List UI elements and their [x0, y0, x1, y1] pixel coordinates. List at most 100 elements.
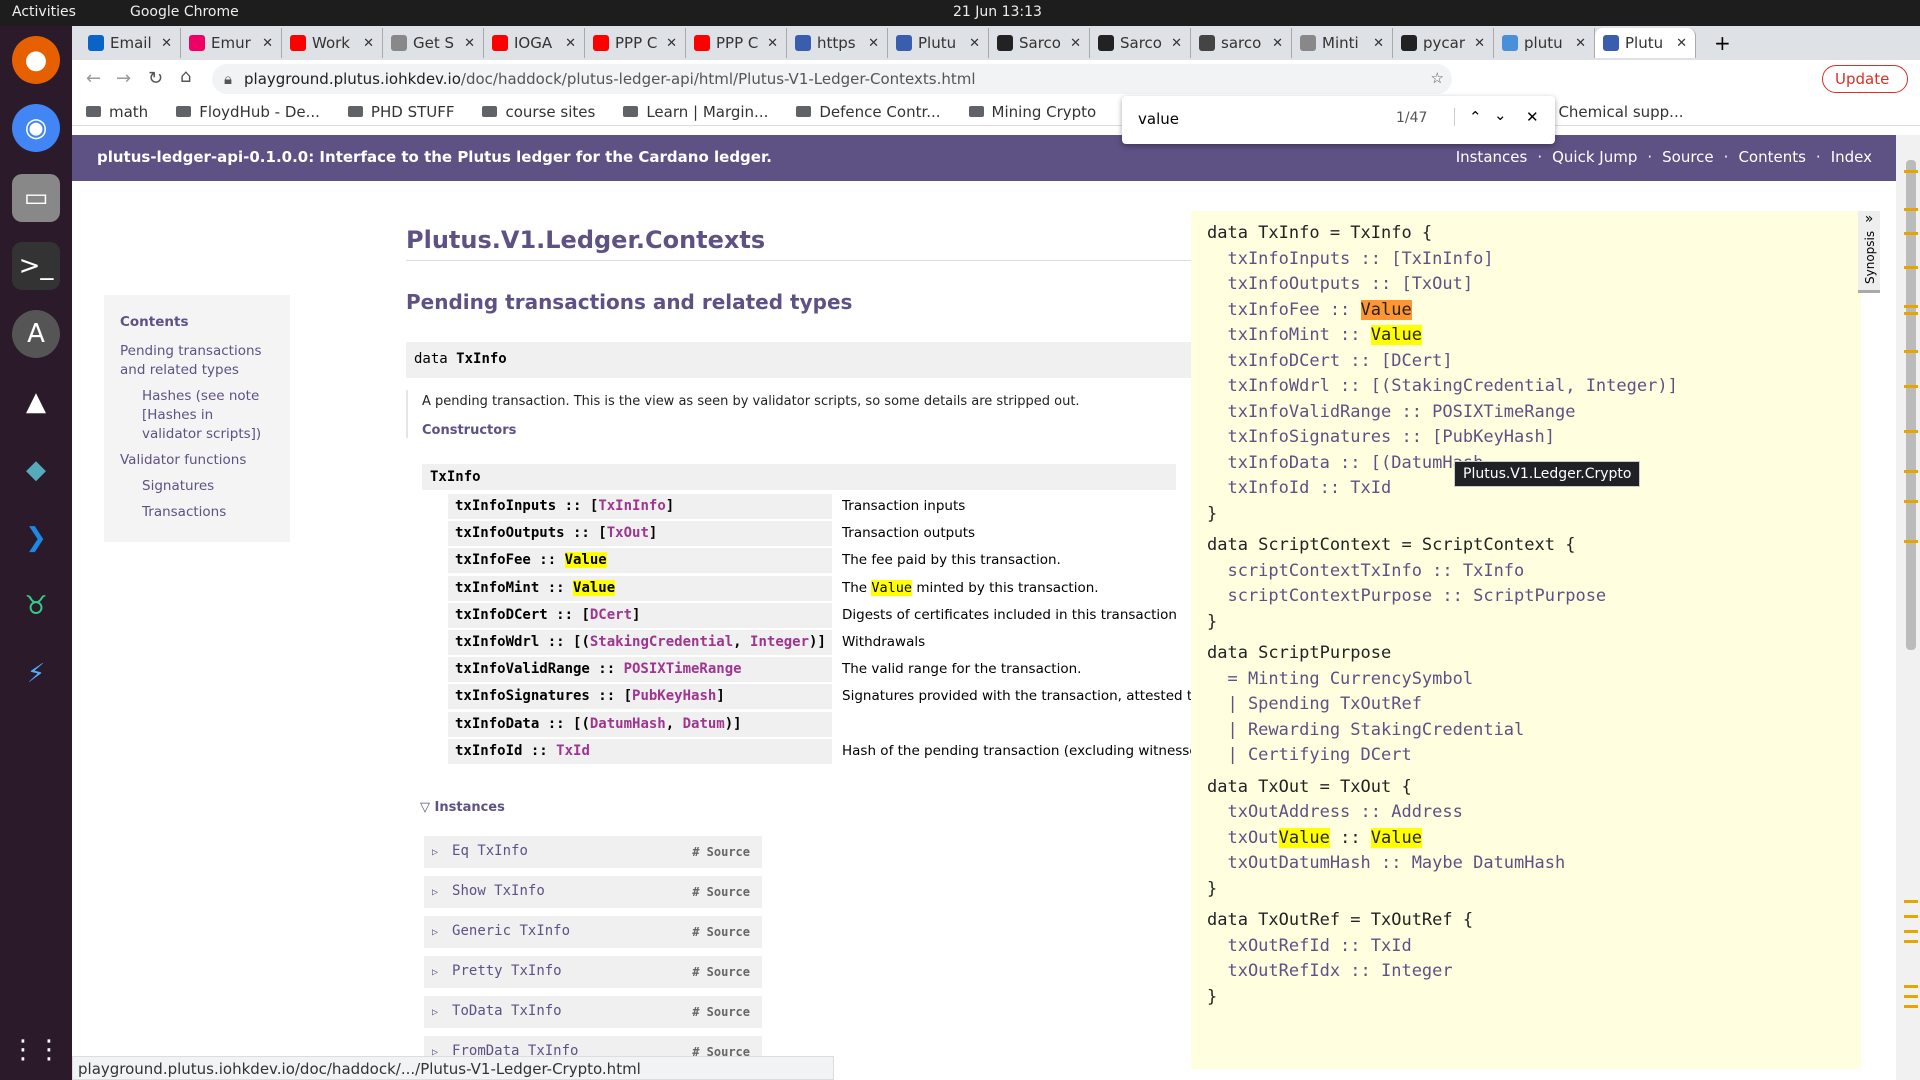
find-input[interactable]: value	[1138, 110, 1179, 128]
home-icon[interactable]: ⌂	[180, 66, 191, 87]
synopsis-line[interactable]: scriptContextPurpose :: ScriptPurpose	[1207, 584, 1845, 610]
synopsis-line[interactable]: txOutRefIdx :: Integer	[1207, 959, 1845, 985]
header-link[interactable]: Source	[1662, 148, 1714, 166]
address-bar[interactable]: 🔒︎ playground.plutus.iohkdev.io/doc/hadd…	[212, 64, 1452, 94]
type-link[interactable]: Datum	[683, 716, 725, 732]
activities-button[interactable]: Activities	[12, 4, 76, 20]
find-close-icon[interactable]: ✕	[1526, 108, 1539, 126]
bookmark[interactable]: Defence Contr...	[796, 103, 940, 121]
bookmark[interactable]: FloydHub - De...	[176, 103, 320, 121]
source-link[interactable]: # Source	[692, 925, 750, 939]
close-tab-icon[interactable]: ✕	[1272, 36, 1283, 51]
synopsis-line[interactable]: scriptContextTxInfo :: TxInfo	[1207, 559, 1845, 585]
synopsis-line[interactable]: txInfoWdrl :: [(StakingCredential, Integ…	[1207, 374, 1845, 400]
browser-tab[interactable]: Get S ✕	[383, 28, 484, 58]
software-icon[interactable]: A	[12, 310, 60, 358]
close-tab-icon[interactable]: ✕	[1474, 36, 1485, 51]
bookmark[interactable]: Learn | Margin...	[623, 103, 768, 121]
browser-tab[interactable]: https ✕	[787, 28, 888, 58]
type-link[interactable]: Value	[573, 579, 616, 596]
contents-link[interactable]: Signatures	[120, 477, 274, 496]
forward-icon[interactable]: →	[116, 68, 131, 89]
vscode-icon[interactable]: ❯	[12, 514, 60, 562]
close-tab-icon[interactable]: ✕	[767, 36, 778, 51]
synopsis-line[interactable]: txInfoSignatures :: [PubKeyHash]	[1207, 425, 1845, 451]
bookmark[interactable]: Mining Crypto	[969, 103, 1097, 121]
bookmark-star-icon[interactable]: ☆	[1431, 69, 1444, 87]
inkscape-icon[interactable]: ▲	[12, 378, 60, 426]
synopsis-line[interactable]: txInfoFee :: Value	[1207, 298, 1845, 324]
source-link[interactable]: # Source	[692, 885, 750, 899]
synopsis-line[interactable]: | Certifying DCert	[1207, 743, 1845, 769]
synopsis-line[interactable]: txOutRefId :: TxId	[1207, 934, 1845, 960]
close-tab-icon[interactable]: ✕	[464, 36, 475, 51]
type-link[interactable]: StakingCredential	[590, 634, 733, 650]
synopsis-line[interactable]: txOutAddress :: Address	[1207, 800, 1845, 826]
bookmark[interactable]: PHD STUFF	[348, 103, 455, 121]
app-icon[interactable]: ♉	[12, 582, 60, 630]
close-tab-icon[interactable]: ✕	[565, 36, 576, 51]
instances-toggle[interactable]: ▽ Instances	[420, 800, 505, 815]
type-link[interactable]: TxOut	[607, 525, 649, 541]
show-apps-icon[interactable]: ⋮⋮	[10, 1026, 62, 1074]
synopsis-line[interactable]: data TxInfo = TxInfo {	[1207, 221, 1845, 247]
synopsis-line[interactable]: }	[1207, 877, 1845, 903]
close-tab-icon[interactable]: ✕	[1373, 36, 1384, 51]
close-tab-icon[interactable]: ✕	[1575, 36, 1586, 51]
contents-link[interactable]: Validator functions	[120, 451, 274, 470]
synopsis-line[interactable]: data ScriptPurpose	[1207, 641, 1845, 667]
type-link[interactable]: TxId	[556, 743, 590, 759]
close-tab-icon[interactable]: ✕	[666, 36, 677, 51]
browser-tab[interactable]: plutu ✕	[1494, 28, 1595, 58]
synopsis-line[interactable]: }	[1207, 502, 1845, 528]
close-tab-icon[interactable]: ✕	[1676, 36, 1687, 51]
bookmark[interactable]: course sites	[482, 103, 595, 121]
instance-row[interactable]: ▷ Generic TxInfo # Source	[424, 916, 762, 948]
type-link[interactable]: DatumHash	[590, 716, 666, 732]
browser-tab[interactable]: IOGA ✕	[484, 28, 585, 58]
virtualbox-icon[interactable]: ◆	[12, 446, 60, 494]
terminal-icon[interactable]: >_	[12, 242, 60, 290]
contents-link[interactable]: Hashes (see note [Hashes in validator sc…	[120, 387, 274, 444]
header-link[interactable]: Quick Jump	[1552, 148, 1637, 166]
synopsis-line[interactable]: data TxOut = TxOut {	[1207, 775, 1845, 801]
find-next-icon[interactable]: ⌄	[1494, 106, 1507, 124]
value-link[interactable]: Value	[871, 579, 913, 596]
synopsis-line[interactable]: txInfoInputs :: [TxInInfo]	[1207, 247, 1845, 273]
browser-tab[interactable]: PPP C ✕	[686, 28, 787, 58]
contents-link[interactable]: Transactions	[120, 503, 274, 522]
header-link[interactable]: Index	[1831, 148, 1872, 166]
synopsis-line[interactable]: | Spending TxOutRef	[1207, 692, 1845, 718]
files-icon[interactable]: ▭	[12, 174, 60, 222]
update-button[interactable]: Update	[1822, 65, 1908, 93]
browser-tab[interactable]: Minti ✕	[1292, 28, 1393, 58]
browser-tab[interactable]: PPP C ✕	[585, 28, 686, 58]
source-link[interactable]: # Source	[692, 965, 750, 979]
firefox-icon[interactable]: ●	[12, 36, 60, 84]
find-prev-icon[interactable]: ⌃	[1454, 108, 1482, 126]
close-tab-icon[interactable]: ✕	[969, 36, 980, 51]
synopsis-line[interactable]: txOutValue :: Value	[1207, 826, 1845, 852]
header-link[interactable]: Contents	[1738, 148, 1805, 166]
close-tab-icon[interactable]: ✕	[1171, 36, 1182, 51]
synopsis-line[interactable]: data ScriptContext = ScriptContext {	[1207, 533, 1845, 559]
browser-tab[interactable]: Work ✕	[282, 28, 383, 58]
source-link[interactable]: # Source	[692, 1005, 750, 1019]
type-link[interactable]: DCert	[590, 607, 632, 623]
app-menu[interactable]: Google Chrome	[130, 4, 239, 20]
bookmark[interactable]: Chemical supp...	[1535, 103, 1683, 121]
type-link[interactable]: POSIXTimeRange	[624, 661, 742, 677]
browser-tab[interactable]: Plutu ✕	[1595, 28, 1696, 58]
header-link[interactable]: Instances	[1456, 148, 1528, 166]
type-link[interactable]: Integer	[750, 634, 809, 650]
synopsis-line[interactable]: }	[1207, 610, 1845, 636]
browser-tab[interactable]: Sarco ✕	[1090, 28, 1191, 58]
browser-tab[interactable]: Emur ✕	[181, 28, 282, 58]
contents-link[interactable]: Pending transactions and related types	[120, 342, 274, 380]
synopsis-line[interactable]: }	[1207, 985, 1845, 1011]
synopsis-line[interactable]: txInfoOutputs :: [TxOut]	[1207, 272, 1845, 298]
source-link[interactable]: # Source	[692, 845, 750, 859]
browser-tab[interactable]: Email ✕	[80, 28, 181, 58]
instance-row[interactable]: ▷ Show TxInfo # Source	[424, 876, 762, 908]
synopsis-line[interactable]: txInfoMint :: Value	[1207, 323, 1845, 349]
